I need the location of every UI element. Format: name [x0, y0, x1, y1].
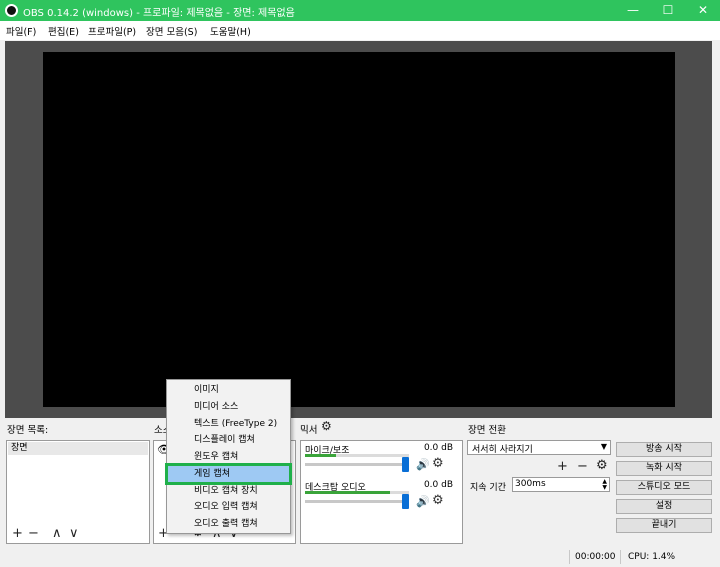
status-bar: 00:00:00 CPU: 1.4%	[0, 547, 720, 567]
status-cpu: CPU: 1.4%	[628, 552, 676, 562]
minimize-button[interactable]: —	[616, 0, 650, 21]
window-title: OBS 0.14.2 (windows) - 프로파일: 제목없음 - 장면: …	[23, 8, 295, 19]
speaker-icon[interactable]: 🔊	[416, 458, 430, 471]
menu-item-media-source[interactable]: 미디어 소스	[168, 399, 289, 415]
transition-settings-gear-icon[interactable]: ⚙	[596, 459, 608, 472]
volume-meter	[305, 491, 409, 494]
track-db: 0.0 dB	[423, 443, 453, 453]
transition-select-value: 서서히 사라지기	[472, 445, 533, 455]
menu-help[interactable]: 도움말(H)	[210, 24, 251, 38]
status-divider	[620, 550, 621, 564]
menu-profile[interactable]: 프로파일(P)	[88, 24, 136, 38]
track-settings-gear-icon[interactable]: ⚙	[432, 456, 444, 471]
status-time: 00:00:00	[575, 552, 616, 562]
volume-meter	[305, 454, 409, 457]
status-divider	[569, 550, 570, 564]
menu-item-image[interactable]: 이미지	[168, 382, 289, 398]
transitions-title: 장면 전환	[468, 425, 506, 436]
menu-item-game-capture[interactable]: 게임 캡쳐	[165, 463, 292, 485]
maximize-button[interactable]: ☐	[651, 0, 685, 21]
duration-label: 지속 기간	[470, 483, 506, 493]
menu-item-video-capture-device[interactable]: 비디오 캡쳐 장치	[168, 483, 289, 499]
mixer-settings-gear-icon[interactable]: ⚙	[321, 419, 332, 433]
volume-slider-handle[interactable]	[402, 494, 409, 509]
add-scene-button[interactable]: +	[12, 527, 23, 540]
settings-button[interactable]: 설정	[616, 499, 712, 514]
exit-button[interactable]: 끝내기	[616, 518, 712, 533]
scenes-title: 장면 목록:	[7, 425, 49, 436]
menu-item-text-freetype[interactable]: 텍스트 (FreeType 2)	[168, 416, 289, 432]
mixer-title: 믹서	[300, 425, 318, 436]
chevron-down-icon: ▼	[600, 442, 607, 451]
menu-item-audio-output-capture[interactable]: 오디오 출력 캡쳐	[168, 516, 289, 532]
remove-scene-button[interactable]: −	[28, 527, 39, 540]
studio-mode-button[interactable]: 스튜디오 모드	[616, 480, 712, 495]
remove-transition-button[interactable]: −	[577, 460, 588, 473]
speaker-icon[interactable]: 🔊	[416, 495, 430, 508]
duration-spinbox[interactable]: 300ms ▲ ▼	[512, 477, 610, 492]
meter-level	[305, 454, 337, 457]
menu-item-window-capture[interactable]: 윈도우 캡쳐	[168, 449, 289, 465]
duration-value: 300ms	[515, 479, 546, 489]
menu-item-audio-input-capture[interactable]: 오디오 입력 캡쳐	[168, 499, 289, 515]
transition-select[interactable]: 서서히 사라지기 ▼	[467, 440, 611, 455]
menu-bar: 파일(F) 편집(E) 프로파일(P) 장면 모음(S) 도움말(H)	[0, 21, 720, 40]
move-scene-up-button[interactable]: ∧	[52, 527, 62, 540]
menu-scene-collection[interactable]: 장면 모음(S)	[146, 24, 197, 38]
add-source-context-menu: 이미지 미디어 소스 텍스트 (FreeType 2) 디스플레이 캡쳐 윈도우…	[165, 379, 292, 534]
add-transition-button[interactable]: +	[557, 460, 568, 473]
close-button[interactable]: ✕	[686, 0, 720, 21]
scene-list-item[interactable]: 장면	[8, 442, 148, 455]
menu-file[interactable]: 파일(F)	[6, 24, 36, 38]
mixer-panel: 마이크/보조 0.0 dB 🔊 ⚙ 데스크탑 오디오 0.0 dB 🔊 ⚙	[300, 440, 463, 544]
spin-down-icon[interactable]: ▼	[602, 485, 607, 491]
menu-edit[interactable]: 편집(E)	[48, 24, 79, 38]
start-streaming-button[interactable]: 방송 시작	[616, 442, 712, 457]
start-recording-button[interactable]: 녹화 시작	[616, 461, 712, 476]
menu-item-display-capture[interactable]: 디스플레이 캡쳐	[168, 432, 289, 448]
volume-slider[interactable]	[305, 500, 409, 503]
mixer-track-desktop: 데스크탑 오디오 0.0 dB 🔊 ⚙	[301, 479, 463, 519]
preview-area	[5, 41, 712, 418]
track-settings-gear-icon[interactable]: ⚙	[432, 493, 444, 508]
track-db: 0.0 dB	[423, 480, 453, 490]
mixer-track-mic: 마이크/보조 0.0 dB 🔊 ⚙	[301, 442, 463, 482]
preview-screen[interactable]	[43, 52, 675, 407]
move-scene-down-button[interactable]: ∨	[69, 527, 79, 540]
meter-level	[305, 491, 391, 494]
obs-logo-icon	[5, 4, 18, 17]
volume-slider-handle[interactable]	[402, 457, 409, 472]
title-bar: OBS 0.14.2 (windows) - 프로파일: 제목없음 - 장면: …	[0, 0, 720, 21]
volume-slider[interactable]	[305, 463, 409, 466]
scenes-panel: 장면 + − ∧ ∨	[6, 440, 150, 544]
